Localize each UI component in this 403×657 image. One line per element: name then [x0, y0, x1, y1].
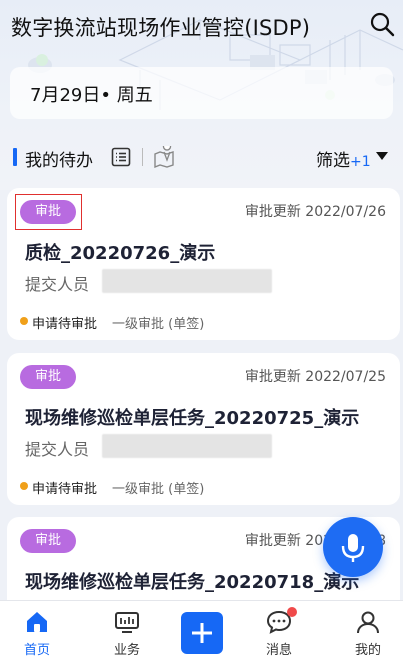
status-text: 申请待审批	[32, 317, 98, 332]
person-icon	[357, 611, 379, 634]
submitter-value-redacted	[102, 269, 272, 293]
app-title: 数字换流站现场作业管控(ISDP)	[11, 16, 311, 40]
filter-button[interactable]: 筛选+1	[316, 146, 371, 171]
nav-profile[interactable]: 我的	[338, 601, 398, 657]
divider	[142, 148, 143, 166]
nav-home[interactable]: 首页	[7, 601, 67, 657]
list-view-button[interactable]	[111, 147, 131, 167]
highlight-box	[15, 194, 82, 230]
card-title: 质检_20220726_演示	[25, 243, 216, 264]
dashboard-icon	[115, 612, 139, 633]
add-button[interactable]	[181, 612, 223, 654]
nav-business[interactable]: 业务	[97, 601, 157, 657]
list-icon	[111, 147, 131, 167]
status-dot	[20, 482, 28, 490]
card-title: 现场维修巡检单层任务_20220718_演示	[25, 572, 360, 593]
status-dot	[20, 317, 28, 325]
nav-label: 首页	[23, 643, 50, 657]
submitter-value-redacted	[102, 434, 272, 458]
microphone-icon	[341, 534, 365, 562]
section-marker	[13, 148, 17, 166]
home-icon	[27, 612, 47, 632]
date-card: 7月29日• 周五	[10, 67, 393, 119]
header-area: 数字换流站现场作业管控(ISDP) 7月29日• 周五 我的待办 筛选+1	[0, 0, 403, 190]
update-time: 审批更新 2022/07/26	[244, 204, 386, 220]
map-view-button[interactable]	[153, 142, 175, 169]
submitter-label: 提交人员	[25, 440, 90, 459]
approval-badge: 审批	[20, 365, 76, 389]
caret-down-icon[interactable]	[376, 152, 388, 160]
nav-label: 我的	[354, 643, 381, 657]
date-text: 7月29日• 周五	[30, 85, 153, 106]
approval-badge: 审批	[20, 529, 76, 553]
status-text: 申请待审批	[32, 482, 98, 497]
notification-dot	[287, 607, 297, 617]
bottom-nav: 首页 业务 消息 我的	[0, 600, 403, 657]
search-icon	[370, 12, 395, 37]
card-title: 现场维修巡检单层任务_20220725_演示	[25, 408, 360, 429]
map-pin-icon	[154, 142, 174, 169]
todo-card[interactable]: 审批 审批更新 2022/07/25 现场维修巡检单层任务_20220725_演…	[7, 353, 400, 505]
todo-title: 我的待办	[25, 151, 93, 171]
nav-label: 消息	[265, 643, 292, 657]
approval-level: 一级审批 (单签)	[112, 317, 205, 332]
nav-messages[interactable]: 消息	[249, 601, 309, 657]
update-time: 审批更新 2022/07/25	[244, 369, 386, 385]
approval-level: 一级审批 (单签)	[112, 482, 205, 497]
voice-input-button[interactable]	[323, 517, 383, 577]
nav-label: 业务	[113, 643, 140, 657]
todo-header: 我的待办 筛选+1	[0, 140, 403, 174]
filter-count: +1	[350, 154, 371, 170]
submitter-label: 提交人员	[25, 275, 90, 294]
plus-icon	[192, 623, 212, 643]
search-button[interactable]	[368, 10, 396, 38]
todo-card[interactable]: 审批 审批更新 2022/07/26 质检_20220726_演示 提交人员 申…	[7, 188, 400, 340]
filter-label: 筛选	[316, 151, 350, 171]
